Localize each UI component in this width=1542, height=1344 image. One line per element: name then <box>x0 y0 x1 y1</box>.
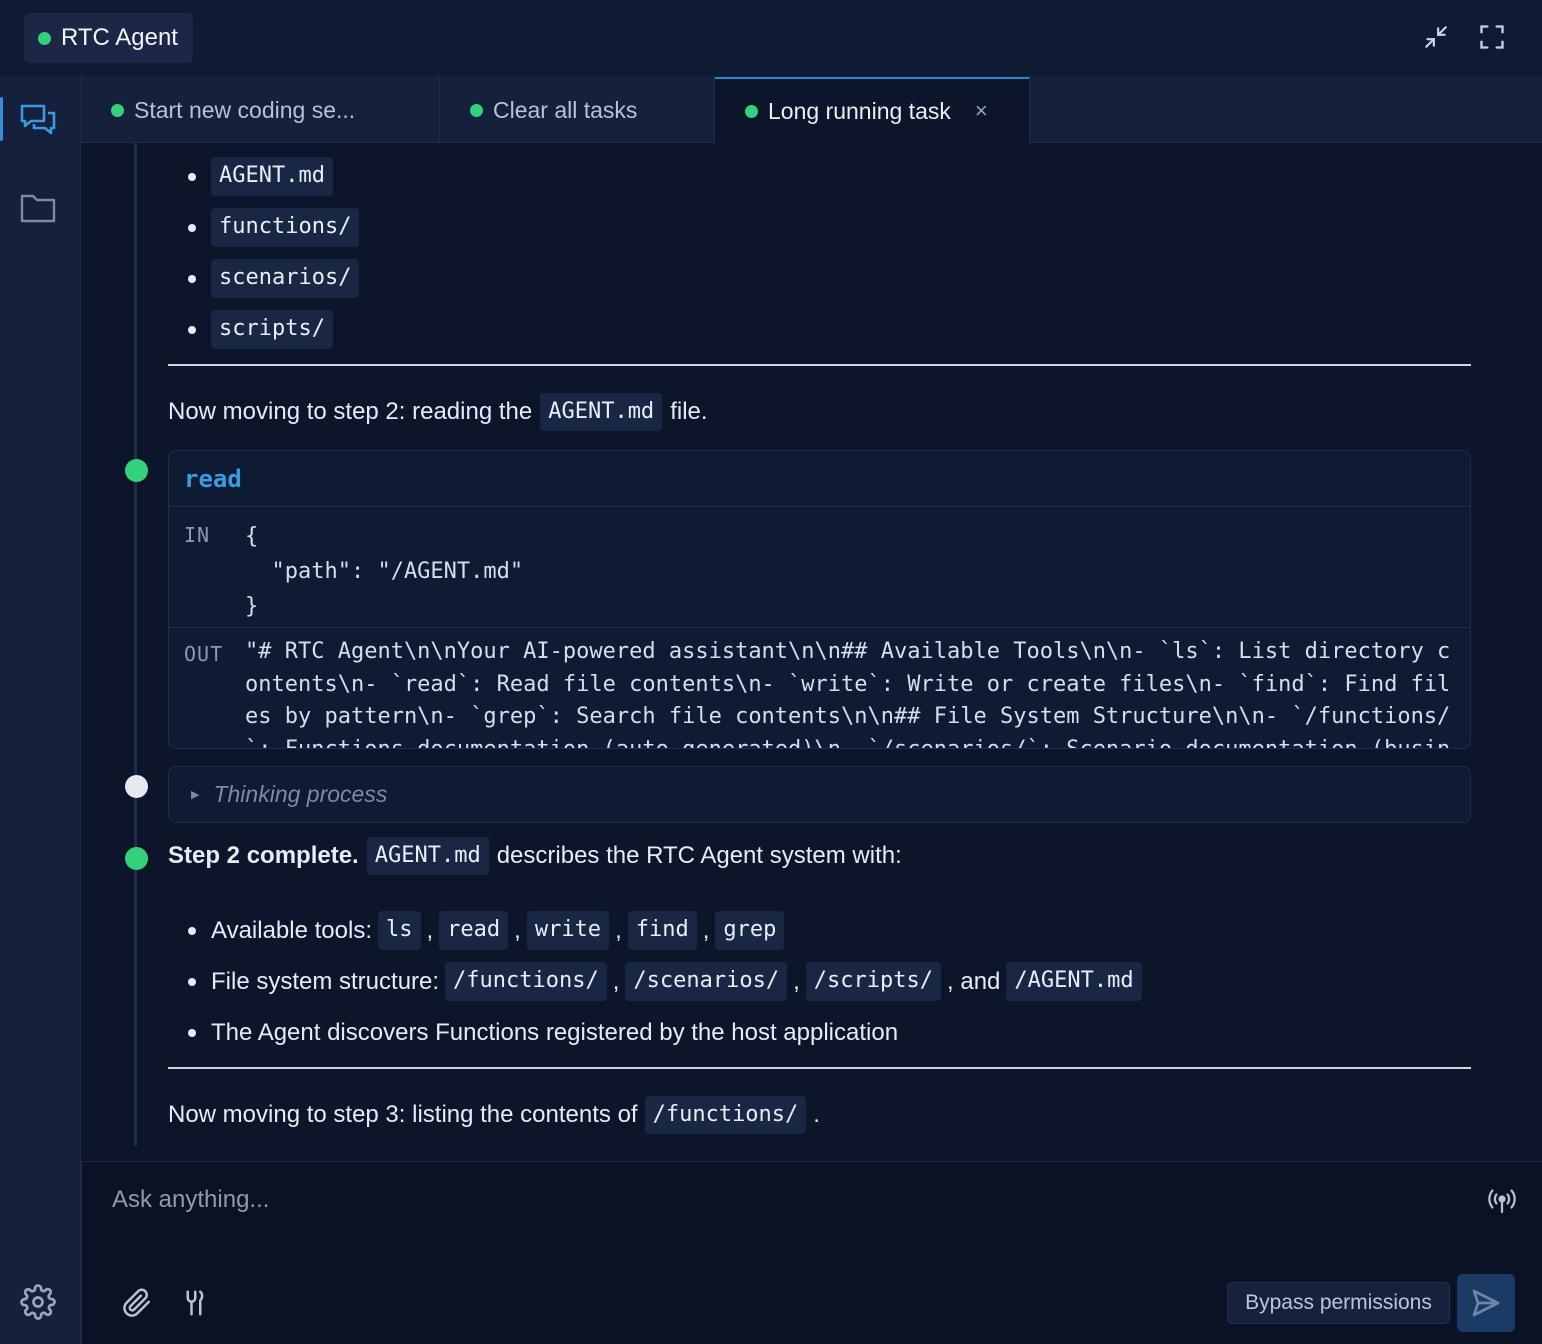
tab-label: Clear all tasks <box>493 96 638 123</box>
tool-name: read <box>184 464 242 493</box>
tool-input-code: { "path": "/AGENT.md" } <box>245 524 524 619</box>
inline-code: AGENT.md <box>211 157 333 196</box>
tab-label: Long running task <box>768 97 951 124</box>
attach-icon[interactable] <box>120 1286 154 1320</box>
list-item: scripts/ <box>168 304 359 355</box>
inline-code: /AGENT.md <box>1006 962 1142 1001</box>
inline-code: /functions/ <box>445 962 607 1001</box>
tab-long-running-task[interactable]: Long running task × <box>715 77 1030 143</box>
app-header: RTC Agent <box>0 0 1542 77</box>
tab-bar: Start new coding se... Clear all tasks L… <box>81 77 1542 143</box>
file-list: AGENT.md functions/ scenarios/ scripts/ <box>168 151 360 355</box>
list-item-discover: The Agent discovers Functions registered… <box>168 1007 1142 1058</box>
timeline-dot-neutral <box>125 775 148 798</box>
inline-code: functions/ <box>211 208 360 247</box>
tool-call-card: read IN { "path": "/AGENT.md" } OUT "# R… <box>168 450 1471 749</box>
tool-output-section: OUT "# RTC Agent\n\nYour AI-powered assi… <box>169 628 1470 748</box>
inline-code: read <box>439 911 509 950</box>
out-label: OUT <box>184 642 224 666</box>
tab-label: Start new coding se... <box>134 96 356 123</box>
in-label: IN <box>184 523 211 547</box>
inline-code: AGENT.md <box>366 837 489 876</box>
tool-header[interactable]: read <box>169 451 1470 507</box>
step2-intro-text: Now moving to step 2: reading the <box>168 398 533 426</box>
tools-icon[interactable] <box>177 1286 211 1320</box>
conversation-panel: AGENT.md functions/ scenarios/ scripts/ … <box>81 143 1542 1161</box>
send-icon <box>1472 1289 1500 1317</box>
expand-triangle-icon: ▶ <box>191 789 200 801</box>
folder-icon[interactable] <box>16 186 60 230</box>
left-rail <box>0 77 81 1344</box>
list-item-tools: Available tools: ls, read, write, find, … <box>168 905 1142 956</box>
details-list: Available tools: ls, read, write, find, … <box>168 905 1142 1058</box>
discover-text: The Agent discovers Functions registered… <box>211 1018 899 1046</box>
tab-status-dot <box>470 103 483 117</box>
thinking-process-toggle[interactable]: ▶ Thinking process <box>168 766 1471 823</box>
inline-code: /scripts/ <box>805 962 942 1001</box>
tab-start-new-coding[interactable]: Start new coding se... <box>81 77 440 143</box>
inline-code: ls <box>378 911 421 950</box>
fs-label: File system structure: <box>211 967 440 995</box>
step3-intro-tail: . <box>813 1101 820 1129</box>
list-item: scenarios/ <box>168 253 360 304</box>
close-icon[interactable]: × <box>975 98 988 124</box>
inline-code: /scenarios/ <box>625 962 788 1001</box>
tool-output-text: "# RTC Agent\n\nYour AI-powered assistan… <box>245 639 1451 749</box>
inline-code: AGENT.md <box>540 393 663 432</box>
step2-intro-tail: file. <box>670 398 708 426</box>
inline-code: write <box>526 911 610 950</box>
app-title: RTC Agent <box>61 24 178 51</box>
timeline-line <box>134 143 137 1146</box>
rail-active-indicator <box>0 97 3 141</box>
tab-status-dot <box>745 104 758 118</box>
tool-input-section: IN { "path": "/AGENT.md" } <box>169 507 1470 628</box>
list-item: functions/ <box>168 202 360 253</box>
divider <box>168 1067 1471 1069</box>
timeline-dot-success <box>125 847 148 870</box>
chat-icon[interactable] <box>16 98 60 142</box>
thinking-label: Thinking process <box>213 781 388 807</box>
status-dot <box>38 31 51 45</box>
step2-complete-text: describes the RTC Agent system with: <box>496 842 902 870</box>
list-item-fs: File system structure: /functions/, /sce… <box>168 956 1142 1007</box>
fs-and-text: , and <box>947 967 1001 995</box>
step3-intro-text: Now moving to step 3: listing the conten… <box>168 1101 638 1129</box>
broadcast-icon[interactable] <box>1485 1183 1519 1217</box>
tab-status-dot <box>111 103 124 117</box>
send-button[interactable] <box>1457 1274 1515 1332</box>
inline-code: grep <box>715 911 785 950</box>
tab-clear-all-tasks[interactable]: Clear all tasks <box>440 77 715 143</box>
timeline-dot-success <box>125 459 148 482</box>
step2-complete-bold: Step 2 complete. <box>168 842 359 870</box>
inline-code: scripts/ <box>211 310 333 349</box>
list-item: AGENT.md <box>168 151 359 202</box>
inline-code: find <box>627 911 697 950</box>
step2-complete: Step 2 complete. AGENT.md describes the … <box>168 837 902 876</box>
step2-intro: Now moving to step 2: reading the AGENT.… <box>168 393 708 432</box>
inline-code: scenarios/ <box>211 259 360 298</box>
settings-icon[interactable] <box>16 1280 60 1324</box>
chat-input-area: Bypass permissions <box>81 1161 1542 1344</box>
inline-code: /functions/ <box>644 1096 807 1135</box>
ask-input[interactable] <box>112 1180 1462 1220</box>
fullscreen-icon[interactable] <box>1477 22 1507 52</box>
bypass-permissions-button[interactable]: Bypass permissions <box>1227 1282 1450 1324</box>
tools-label: Available tools: <box>211 916 372 944</box>
step3-intro: Now moving to step 3: listing the conten… <box>168 1096 820 1135</box>
minimize-icon[interactable] <box>1421 22 1451 52</box>
divider <box>168 364 1471 366</box>
app-title-chip[interactable]: RTC Agent <box>24 13 193 63</box>
